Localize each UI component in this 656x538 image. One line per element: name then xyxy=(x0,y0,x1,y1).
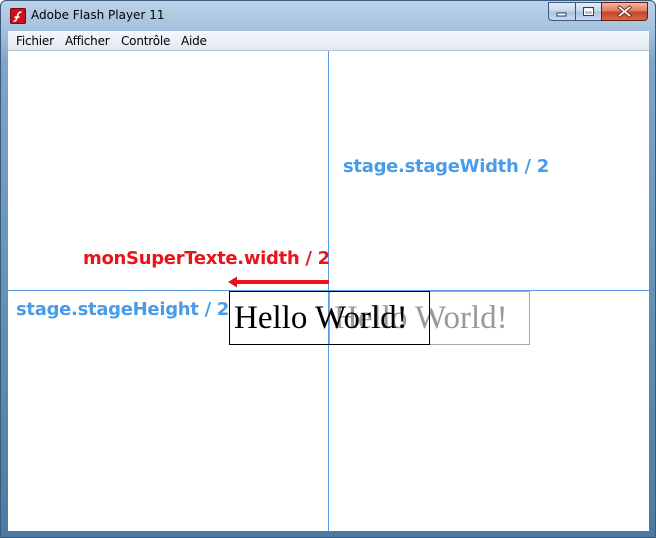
hello-text-field[interactable]: Hello World! xyxy=(229,291,430,345)
left-arrow-icon xyxy=(228,276,329,288)
stage-width-label: stage.stageWidth / 2 xyxy=(343,156,549,177)
maximize-button[interactable] xyxy=(575,2,602,21)
flash-player-window: Adobe Flash Player 11 Fichier Afficher C… xyxy=(0,0,656,538)
stage-height-label: stage.stageHeight / 2 xyxy=(16,299,230,320)
menu-item-aide[interactable]: Aide xyxy=(181,34,207,48)
title-bar[interactable]: Adobe Flash Player 11 xyxy=(1,1,655,31)
window-title: Adobe Flash Player 11 xyxy=(31,8,165,22)
close-icon xyxy=(617,5,632,18)
menu-item-fichier[interactable]: Fichier xyxy=(16,34,54,48)
flash-stage[interactable]: stage.stageWidth / 2 stage.stageHeight /… xyxy=(8,51,649,531)
minimize-icon xyxy=(556,12,567,17)
text-width-label: monSuperTexte.width / 2 xyxy=(83,248,330,269)
menu-item-controle[interactable]: Contrôle xyxy=(121,34,170,48)
maximize-icon xyxy=(583,7,594,16)
close-button[interactable] xyxy=(601,2,648,21)
minimize-button[interactable] xyxy=(548,2,576,21)
menu-item-afficher[interactable]: Afficher xyxy=(65,34,110,48)
menu-bar: Fichier Afficher Contrôle Aide xyxy=(8,31,649,51)
flash-player-icon xyxy=(10,8,26,24)
